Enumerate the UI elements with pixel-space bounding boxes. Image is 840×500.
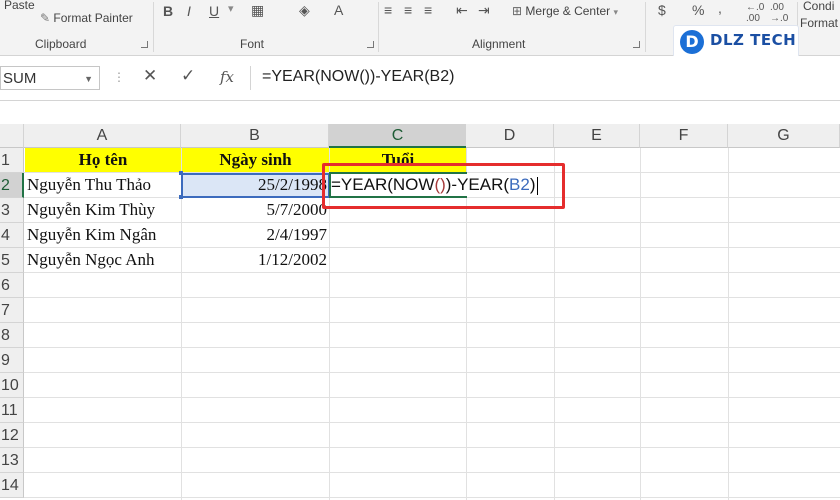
- comma-button[interactable]: ,: [718, 0, 722, 16]
- increase-indent-icon[interactable]: ⇥: [478, 2, 490, 19]
- divider: [250, 66, 251, 90]
- row-header-5[interactable]: 5: [0, 248, 24, 273]
- alignment-group-label: Alignment: [472, 37, 526, 51]
- currency-button[interactable]: $: [658, 2, 666, 18]
- border-icon[interactable]: ▦: [251, 2, 264, 19]
- gridline: [24, 472, 840, 473]
- name-cell[interactable]: Nguyễn Kim Ngân: [25, 223, 181, 247]
- font-color-button[interactable]: A: [334, 2, 343, 18]
- align-right-icon[interactable]: ≡: [424, 2, 432, 18]
- fill-color-icon[interactable]: ◈: [299, 2, 310, 19]
- decrease-indent-icon[interactable]: ⇤: [456, 2, 468, 19]
- enter-icon[interactable]: ✓: [181, 66, 195, 86]
- row-header-9[interactable]: 9: [0, 348, 24, 373]
- gridline: [24, 272, 840, 273]
- merge-center-button[interactable]: ⊞ Merge & Center ▾: [512, 4, 618, 18]
- cancel-icon[interactable]: ✕: [143, 66, 157, 86]
- gridline: [24, 422, 840, 423]
- name-box[interactable]: SUM ▼: [0, 66, 100, 90]
- dlz-tech-logo: D DLZ TECH: [673, 25, 799, 59]
- highlight-annotation: [322, 163, 565, 209]
- row-header-14[interactable]: 14: [0, 473, 24, 498]
- column-header-e[interactable]: E: [554, 124, 640, 148]
- decrease-decimal-icon[interactable]: .00 →.0: [770, 2, 788, 24]
- bold-button[interactable]: B: [163, 3, 173, 19]
- name-cell[interactable]: Nguyễn Ngọc Anh: [25, 248, 181, 272]
- column-header-f[interactable]: F: [640, 124, 728, 148]
- insert-function-icon[interactable]: fx: [220, 68, 234, 86]
- row-header-12[interactable]: 12: [0, 423, 24, 448]
- name-cell[interactable]: Nguyễn Thu Thảo: [25, 173, 181, 197]
- row-header-10[interactable]: 10: [0, 373, 24, 398]
- gridline: [24, 347, 840, 348]
- ribbon: Paste ✎ Format Painter Clipboard B I U ▾…: [0, 0, 840, 59]
- row-header-4[interactable]: 4: [0, 223, 24, 248]
- column-header-d[interactable]: D: [466, 124, 554, 148]
- format-painter-button[interactable]: ✎ Format Painter: [40, 11, 133, 25]
- logo-text: DLZ TECH: [710, 31, 797, 49]
- italic-button[interactable]: I: [187, 3, 191, 19]
- gap: [0, 101, 840, 124]
- format-as-table-button[interactable]: Format: [800, 16, 838, 30]
- row-header-2[interactable]: 2: [0, 173, 24, 198]
- conditional-formatting-button[interactable]: Condi: [803, 0, 834, 13]
- header-cell-dob[interactable]: Ngày sinh: [182, 148, 329, 172]
- column-header-g[interactable]: G: [728, 124, 840, 148]
- select-all-corner[interactable]: [0, 124, 24, 148]
- clipboard-launcher-icon[interactable]: [141, 41, 148, 48]
- divider: [153, 2, 154, 52]
- formula-input[interactable]: =YEAR(NOW())-YEAR(B2): [262, 68, 454, 86]
- underline-button[interactable]: U: [209, 3, 219, 19]
- chevron-down-icon: ▾: [613, 7, 618, 17]
- align-left-icon[interactable]: ≡: [384, 2, 392, 18]
- gridline: [24, 397, 840, 398]
- chevron-down-icon[interactable]: ▼: [84, 67, 93, 91]
- header-cell-name[interactable]: Họ tên: [25, 148, 181, 172]
- font-group-label: Font: [240, 37, 265, 51]
- column-header-b[interactable]: B: [181, 124, 329, 148]
- dob-cell[interactable]: 2/4/1997: [182, 223, 329, 247]
- dob-cell[interactable]: 25/2/1998: [182, 173, 329, 197]
- column-header-a[interactable]: A: [24, 124, 181, 148]
- name-cell[interactable]: Nguyễn Kim Thùy: [25, 198, 181, 222]
- dob-cell[interactable]: 5/7/2000: [182, 198, 329, 222]
- align-center-icon[interactable]: ≡: [404, 2, 412, 18]
- gridline: [24, 497, 840, 498]
- row-header-1[interactable]: 1: [0, 148, 24, 173]
- formula-bar: SUM ▼ ⋮ ✕ ✓ fx =YEAR(NOW())-YEAR(B2): [0, 56, 840, 101]
- underline-dropdown-icon[interactable]: ▾: [228, 2, 234, 15]
- row-header-6[interactable]: 6: [0, 273, 24, 298]
- column-header-c[interactable]: C: [329, 124, 467, 148]
- clipboard-group-label: Clipboard: [35, 37, 87, 51]
- paintbrush-icon: ✎: [40, 11, 51, 25]
- alignment-launcher-icon[interactable]: [633, 41, 640, 48]
- font-launcher-icon[interactable]: [367, 41, 374, 48]
- row-header-8[interactable]: 8: [0, 323, 24, 348]
- row-header-13[interactable]: 13: [0, 448, 24, 473]
- gridline: [24, 322, 840, 323]
- merge-icon: ⊞: [512, 4, 523, 18]
- increase-decimal-icon[interactable]: ←.0.00: [746, 2, 764, 24]
- gridline: [24, 372, 840, 373]
- gridline: [24, 447, 840, 448]
- percent-button[interactable]: %: [692, 2, 704, 18]
- divider: [645, 2, 646, 52]
- row-header-7[interactable]: 7: [0, 298, 24, 323]
- row-header-11[interactable]: 11: [0, 398, 24, 423]
- logo-mark-icon: D: [680, 30, 704, 54]
- divider: [378, 2, 379, 52]
- resize-handle-icon[interactable]: ⋮: [113, 70, 125, 84]
- paste-button[interactable]: Paste: [4, 0, 35, 12]
- gridline: [24, 297, 840, 298]
- dob-cell[interactable]: 1/12/2002: [182, 248, 329, 272]
- row-header-3[interactable]: 3: [0, 198, 24, 223]
